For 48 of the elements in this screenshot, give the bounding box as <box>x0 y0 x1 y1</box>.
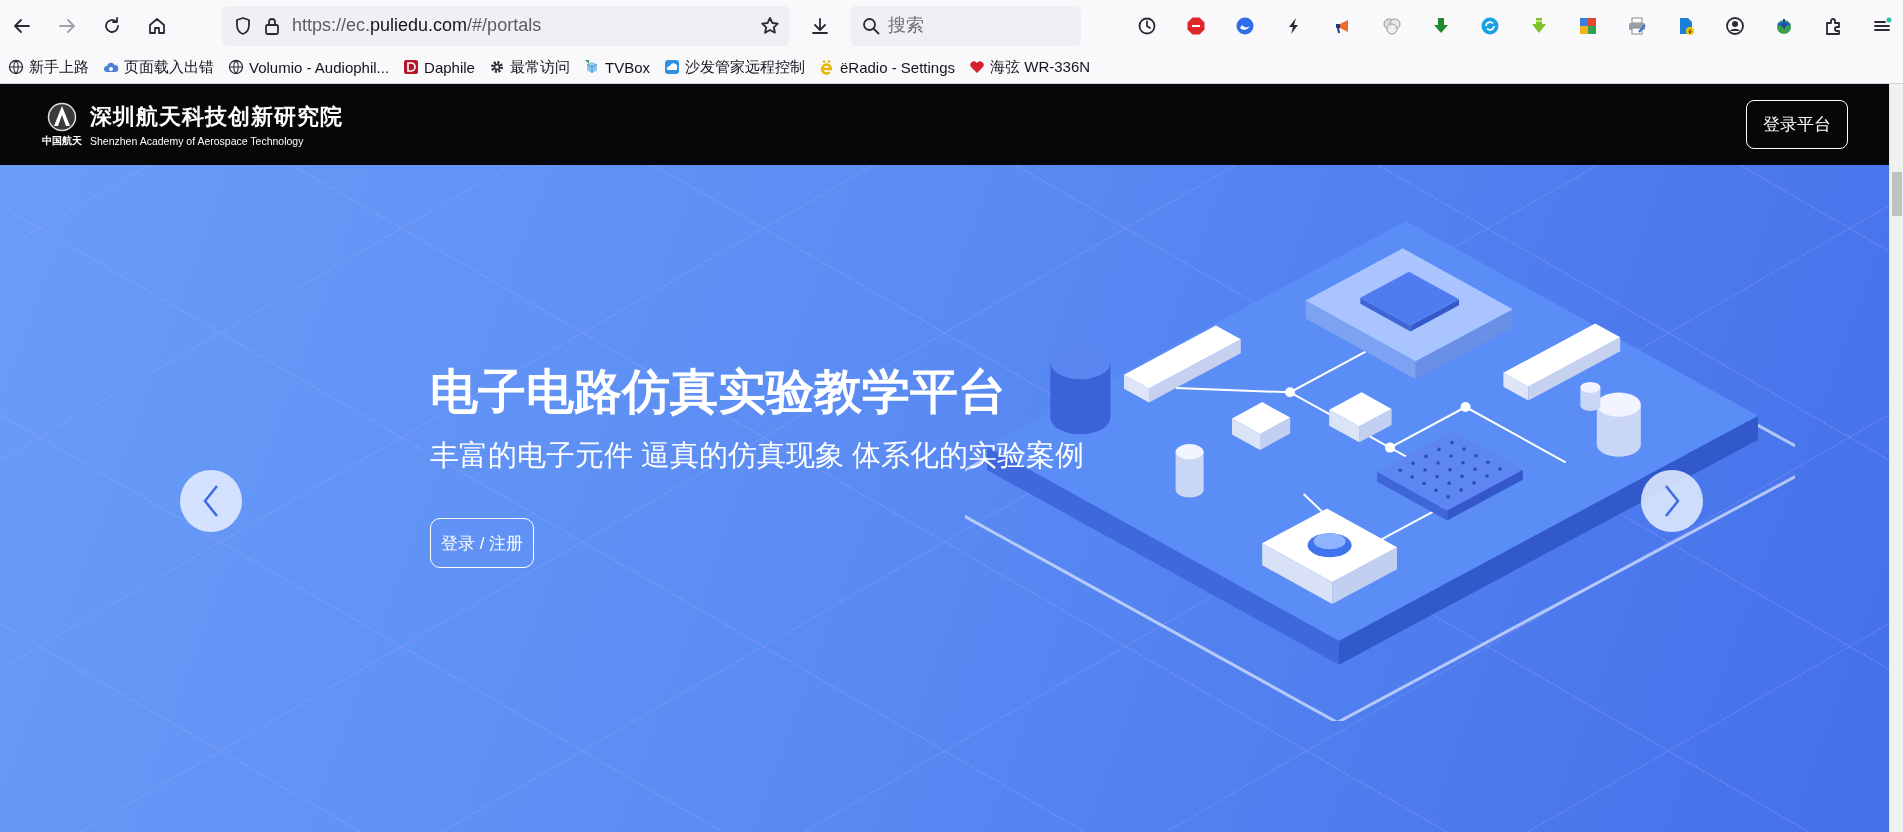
login-button[interactable]: 登录平台 <box>1746 100 1848 149</box>
puzzle-icon[interactable] <box>1823 15 1843 36</box>
bookmark-link[interactable]: TVBox <box>583 58 650 76</box>
chevron-left-icon <box>201 484 221 518</box>
previous-slide-button[interactable] <box>180 470 242 532</box>
bookmark-link[interactable]: 海弦 WR-336N <box>969 57 1091 77</box>
next-slide-button[interactable] <box>1641 470 1703 532</box>
site-title: 深圳航天科技创新研究院 <box>90 103 343 131</box>
cube-icon <box>583 59 600 75</box>
cloud-app-icon <box>664 59 680 75</box>
lock-icon <box>264 15 280 36</box>
bookmark-link[interactable]: 新手上路 <box>8 57 89 77</box>
account-icon[interactable] <box>1725 15 1745 36</box>
url-text: https://ec.puliedu.com/#/portals <box>292 15 543 36</box>
heart-icon <box>969 59 986 75</box>
emblem-icon <box>47 101 77 132</box>
hero-subtitle: 丰富的电子元件 逼真的仿真现象 体系化的实验案例 <box>430 438 1085 473</box>
reload-icon[interactable] <box>102 15 122 36</box>
bookmark-link[interactable]: Volumio - Audiophil... <box>228 58 390 76</box>
site-subtitle: Shenzhen Academy of Aerospace Technology <box>90 135 305 147</box>
stop-sign-icon[interactable] <box>1186 15 1206 36</box>
hero-title: 电子电路仿真实验教学平台 <box>430 364 1006 420</box>
shield-icon <box>234 15 252 36</box>
letter-icon <box>819 59 835 75</box>
download-icon[interactable] <box>810 15 830 36</box>
chevron-right-icon <box>1662 484 1682 518</box>
square-icon <box>403 59 420 75</box>
bookmark-link[interactable]: 最常访问 <box>488 57 570 77</box>
scrollbar-thumb[interactable] <box>1892 172 1902 216</box>
tiles-icon[interactable] <box>1578 15 1598 36</box>
bookmark-link[interactable]: 沙发管家远程控制 <box>664 57 805 77</box>
bookmark-link[interactable]: ëRadio - Settings <box>819 58 956 76</box>
history-icon[interactable] <box>1137 15 1157 36</box>
home-icon[interactable] <box>147 15 167 36</box>
sync-icon[interactable] <box>1480 15 1500 36</box>
bookmark-link[interactable]: 页面载入出错 <box>103 57 214 77</box>
search-icon <box>862 16 880 35</box>
scrollbar[interactable] <box>1889 84 1903 832</box>
logo-caption: 中国航天 <box>42 133 82 148</box>
address-bar[interactable]: https://ec.puliedu.com/#/portals <box>222 5 790 46</box>
search-field[interactable]: 搜索 <box>850 5 1081 46</box>
globe-icon <box>8 59 24 75</box>
star-icon[interactable] <box>760 15 780 36</box>
printer-icon[interactable] <box>1627 15 1647 36</box>
gear-icon <box>488 59 505 75</box>
swirl-icon[interactable] <box>1235 15 1255 36</box>
globe-icon <box>228 59 244 75</box>
bookmark-link[interactable]: Daphile <box>403 58 475 76</box>
